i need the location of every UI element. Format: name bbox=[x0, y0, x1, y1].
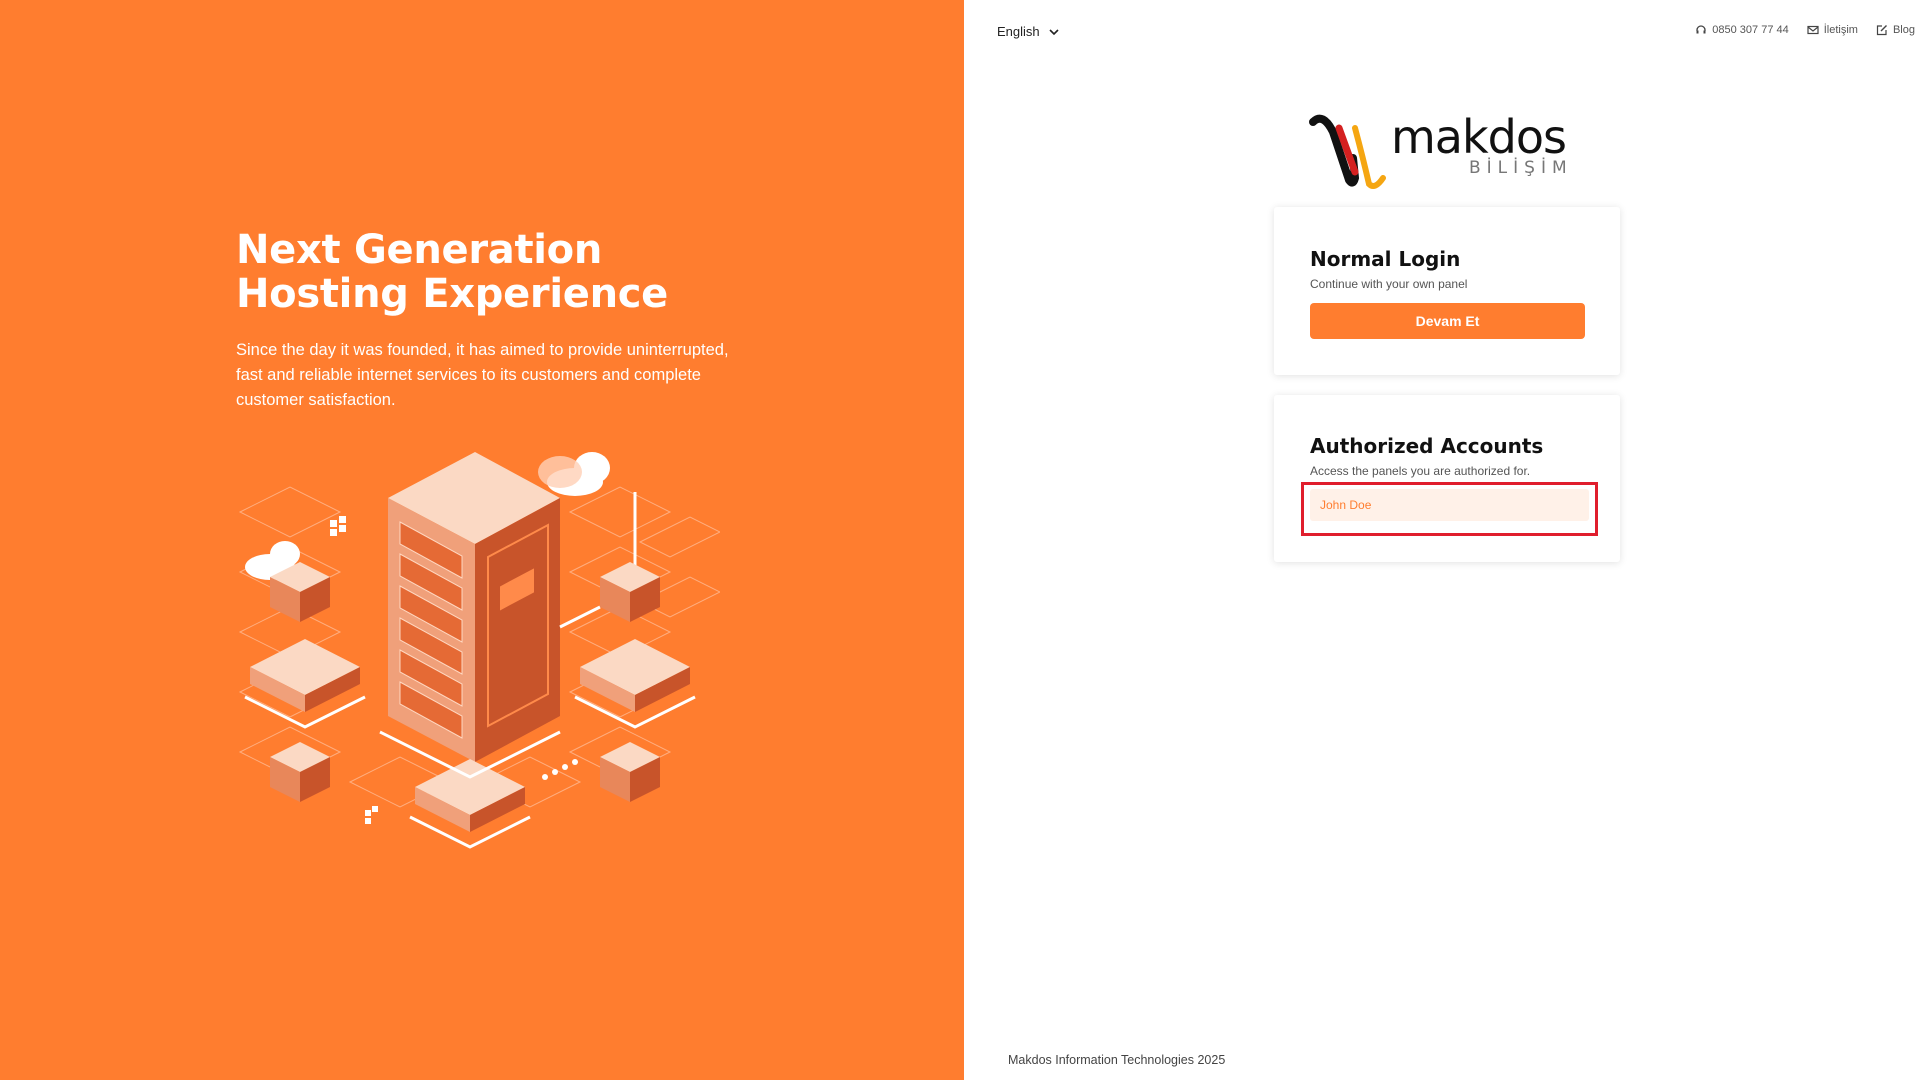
authorized-accounts-card: Authorized Accounts Access the panels yo… bbox=[1274, 395, 1620, 562]
makdos-logo: makdos BİLİŞİM bbox=[1309, 108, 1589, 192]
blog-link[interactable]: Blog bbox=[1876, 24, 1915, 36]
authorized-accounts-subtitle: Access the panels you are authorized for… bbox=[1310, 464, 1531, 478]
contact-link[interactable]: İletişim bbox=[1807, 24, 1858, 36]
normal-login-subtitle: Continue with your own panel bbox=[1310, 277, 1468, 291]
hero-title: Next Generation Hosting Experience bbox=[236, 228, 796, 316]
language-label: English bbox=[997, 24, 1040, 39]
phone-link[interactable]: 0850 307 77 44 bbox=[1695, 24, 1789, 36]
continue-button[interactable]: Devam Et bbox=[1310, 303, 1585, 339]
logo-mark-icon bbox=[1309, 114, 1386, 189]
chevron-down-icon bbox=[1049, 28, 1059, 35]
language-selector[interactable]: English bbox=[997, 24, 1060, 39]
normal-login-title: Normal Login bbox=[1310, 247, 1461, 271]
edit-icon bbox=[1876, 25, 1887, 36]
hero-panel: Next Generation Hosting Experience Since… bbox=[0, 0, 964, 1080]
authorized-accounts-title: Authorized Accounts bbox=[1310, 434, 1544, 458]
blog-label: Blog bbox=[1892, 24, 1915, 36]
logo-name: makdos bbox=[1391, 110, 1567, 164]
hero-text: Next Generation Hosting Experience Since… bbox=[236, 228, 796, 413]
login-panel: English 0850 307 77 44 İletişim Blog mak… bbox=[964, 0, 1920, 1080]
footer-text: Makdos Information Technologies 2025 bbox=[1008, 1053, 1226, 1067]
hero-title-line1: Next Generation bbox=[236, 227, 603, 273]
phone-number: 0850 307 77 44 bbox=[1712, 24, 1789, 36]
server-illustration bbox=[238, 452, 720, 849]
hero-title-line2: Hosting Experience bbox=[236, 271, 669, 317]
mail-icon bbox=[1807, 25, 1819, 35]
hero-description: Since the day it was founded, it has aim… bbox=[236, 341, 729, 409]
logo-subtitle: BİLİŞİM bbox=[1469, 158, 1573, 178]
contact-label: İletişim bbox=[1823, 24, 1858, 36]
top-links: 0850 307 77 44 İletişim Blog bbox=[1695, 24, 1915, 36]
headset-icon bbox=[1696, 25, 1706, 34]
normal-login-card: Normal Login Continue with your own pane… bbox=[1274, 207, 1620, 375]
account-item[interactable]: John Doe bbox=[1310, 489, 1589, 521]
